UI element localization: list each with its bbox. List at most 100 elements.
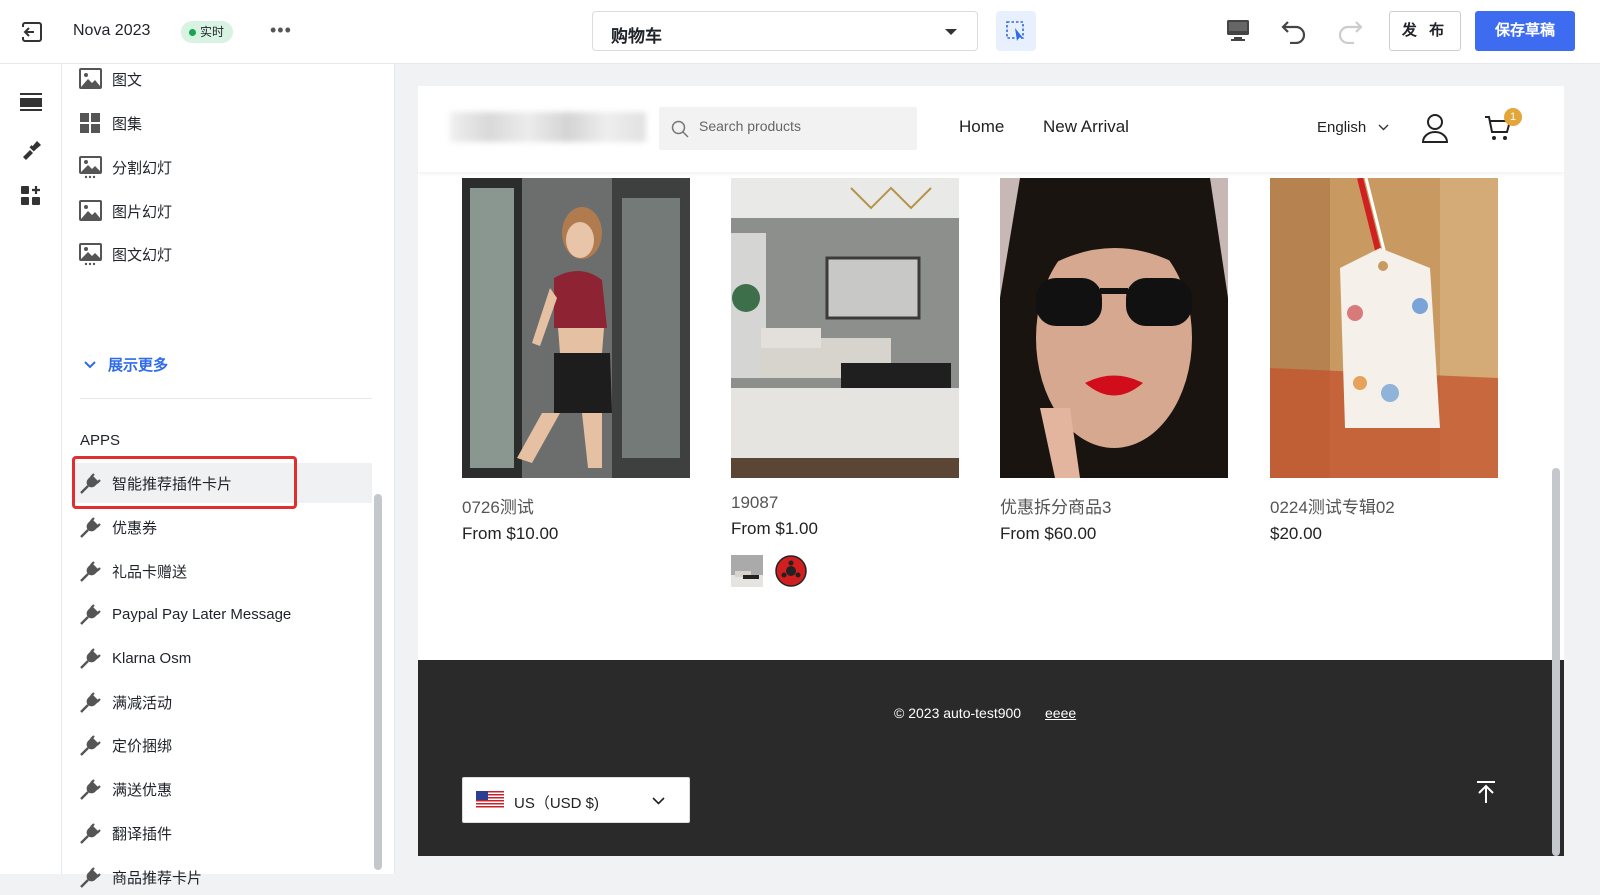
annotation-highlight-box [72, 456, 297, 509]
product-name[interactable]: 0726测试 [462, 493, 690, 518]
section-item-label: 分割幻灯 [112, 159, 173, 177]
desktop-preview-icon[interactable] [1225, 19, 1251, 43]
components-panel: 图文 图集 分割幻灯 图片幻灯 图文幻灯 展示更多 APPS 智能推荐插件卡片 … [62, 61, 395, 888]
chevron-down-icon [652, 797, 665, 805]
copyright-text: © 2023 auto-test900 [894, 705, 1022, 721]
app-item-paypal[interactable]: Paypal Pay Later Message [79, 596, 291, 632]
status-dot-icon [189, 28, 196, 36]
product-card[interactable]: 19087 From $1.00 [731, 178, 959, 587]
app-item-label: Paypal Pay Later Message [112, 605, 292, 623]
plug-icon [80, 647, 101, 669]
product-card[interactable]: 0726测试 From $10.00 [462, 178, 690, 544]
image-slideshow-icon [79, 199, 102, 221]
product-name[interactable]: 19087 [731, 493, 959, 513]
section-item-label: 图片幻灯 [112, 203, 173, 221]
product-image[interactable] [1270, 178, 1498, 478]
variant-swatch-image[interactable] [775, 555, 807, 587]
nav-link-home[interactable]: Home [959, 117, 1004, 137]
theme-style-icon[interactable] [20, 138, 42, 160]
store-header: Home New Arrival English 1 [418, 86, 1564, 172]
section-item-image-slideshow[interactable]: 图片幻灯 [79, 193, 172, 229]
product-image[interactable] [731, 178, 959, 478]
plug-icon [80, 734, 101, 756]
sections-icon[interactable] [20, 91, 42, 113]
product-price: From $60.00 [1000, 524, 1097, 543]
divider [80, 398, 372, 399]
redo-icon[interactable] [1336, 18, 1364, 44]
app-item-label: Klarna Osm [112, 649, 192, 667]
app-item-translate[interactable]: 翻译插件 [79, 815, 172, 851]
caret-down-icon [945, 29, 957, 35]
store-search-input[interactable] [699, 118, 899, 134]
app-item-label: 满减活动 [112, 694, 173, 712]
section-item-label: 图集 [112, 115, 143, 133]
canvas-scrollbar[interactable] [1552, 468, 1560, 856]
app-item-label: 定价捆绑 [112, 737, 173, 755]
plug-icon [80, 778, 101, 800]
account-icon[interactable] [1422, 113, 1448, 143]
panel-scrollbar[interactable] [374, 494, 382, 870]
apps-icon[interactable] [20, 185, 42, 207]
variant-swatches [731, 555, 959, 587]
page-select[interactable]: 购物车 [592, 11, 978, 51]
product-card[interactable]: 0224测试专辑02 $20.00 [1270, 178, 1498, 544]
product-name[interactable]: 0224测试专辑02 [1270, 493, 1498, 518]
show-more-label: 展示更多 [108, 357, 169, 374]
plug-icon [80, 866, 101, 888]
product-price: $20.00 [1270, 524, 1322, 543]
image-text-slideshow-icon [79, 242, 102, 265]
app-item-gift-card[interactable]: 礼品卡赠送 [79, 553, 187, 589]
cart-count-badge: 1 [1504, 108, 1522, 126]
plug-icon [80, 603, 101, 625]
app-item-pricing-bundle[interactable]: 定价捆绑 [79, 727, 172, 763]
store-logo[interactable] [450, 112, 646, 142]
app-item-coupon[interactable]: 优惠券 [79, 509, 157, 545]
currency-select[interactable]: US（USD $) [462, 777, 690, 823]
app-item-label: 满送优惠 [112, 781, 173, 799]
product-image[interactable] [462, 178, 690, 478]
app-item-label: 优惠券 [112, 519, 158, 537]
app-item-label: 商品推荐卡片 [112, 869, 203, 887]
app-item-label: 礼品卡赠送 [112, 563, 188, 581]
app-item-full-gift[interactable]: 满送优惠 [79, 771, 172, 807]
chevron-down-icon [1378, 124, 1389, 131]
footer-link[interactable]: eeee [1045, 705, 1076, 721]
language-label: English [1317, 119, 1367, 136]
exit-icon[interactable] [20, 20, 46, 44]
app-item-product-recommend-card[interactable]: 商品推荐卡片 [79, 859, 202, 895]
top-toolbar: Nova 2023 实时 ••• 购物车 发 布 保存草稿 [0, 0, 1600, 64]
language-select[interactable]: English [1317, 119, 1389, 136]
nav-link-new-arrival[interactable]: New Arrival [1043, 117, 1129, 137]
save-draft-button[interactable]: 保存草稿 [1475, 11, 1575, 51]
undo-icon[interactable] [1280, 18, 1308, 44]
product-name[interactable]: 优惠拆分商品3 [1000, 493, 1228, 518]
split-slideshow-icon [79, 155, 102, 178]
plug-icon [80, 822, 101, 844]
search-icon [671, 120, 689, 138]
app-item-label: 翻译插件 [112, 825, 173, 843]
section-item-image-text[interactable]: 图文 [79, 61, 142, 97]
store-search-box[interactable] [659, 107, 917, 150]
show-more-link[interactable]: 展示更多 [84, 354, 168, 375]
publish-button[interactable]: 发 布 [1389, 11, 1461, 51]
section-item-gallery[interactable]: 图集 [79, 105, 142, 141]
apps-heading: APPS [80, 432, 121, 449]
section-item-label: 图文 [112, 71, 143, 89]
store-footer: © 2023 auto-test900 eeee US（USD $) [418, 660, 1564, 856]
live-status-badge: 实时 [181, 21, 234, 43]
plug-icon [80, 691, 101, 713]
element-select-tool-button[interactable] [996, 11, 1036, 51]
app-item-klarna[interactable]: Klarna Osm [79, 640, 191, 676]
variant-swatch-image[interactable] [731, 555, 763, 587]
product-card[interactable]: 优惠拆分商品3 From $60.00 [1000, 178, 1228, 544]
store-preview-canvas: Home New Arrival English 1 [418, 86, 1564, 856]
more-options-icon[interactable]: ••• [270, 21, 292, 39]
app-item-full-reduction[interactable]: 满减活动 [79, 684, 172, 720]
section-item-image-text-slideshow[interactable]: 图文幻灯 [79, 236, 172, 272]
product-image[interactable] [1000, 178, 1228, 478]
currency-label: US（USD $) [514, 795, 600, 812]
back-to-top-icon[interactable] [1475, 780, 1497, 804]
left-rail [0, 64, 62, 874]
us-flag-icon [476, 791, 504, 809]
section-item-split-slideshow[interactable]: 分割幻灯 [79, 149, 172, 185]
